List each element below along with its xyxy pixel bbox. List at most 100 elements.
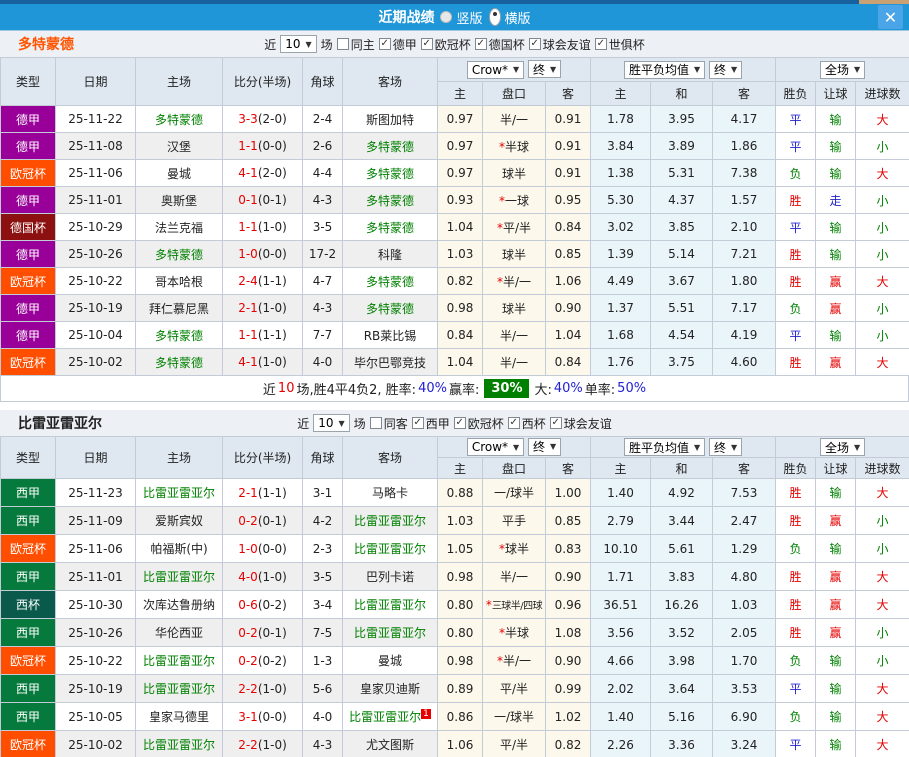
odds-home: 1.03 bbox=[437, 240, 483, 268]
home-team-name: 帕福斯(中) bbox=[150, 542, 208, 556]
odds-handicap: 半/一 bbox=[482, 321, 546, 349]
handicap-text: 一/球半 bbox=[493, 486, 535, 500]
checkbox-icon[interactable]: ✓ bbox=[411, 417, 424, 429]
record-summary: 近 10 场,胜4平4负2, 胜率: 40% 赢率: 30% 大: 40% 单率: 50% bbox=[0, 376, 909, 402]
match-score: 3-3(2-0) bbox=[222, 105, 303, 133]
home-team-name: 皇家马德里 bbox=[148, 710, 209, 724]
avg-away: 3.53 bbox=[712, 674, 777, 703]
handicap-text: 半/一 bbox=[499, 328, 529, 343]
recent-results-window: 近期战绩 竖版 横版 ✕ 多特蒙德近 10 ▼ 场同主 ✓ 德甲 ✓ 欧冠杯 ✓ 德国杯 ✓ 球会友谊… bbox=[0, 0, 909, 757]
filter-checkbox-欧冠杯[interactable]: ✓ 欧冠杯 bbox=[453, 415, 504, 432]
avg-type-select[interactable]: 胜平负均值 ▼ bbox=[623, 438, 706, 456]
match-row: 西甲 25-11-01 比雷亚雷亚尔 4-0(1-0) 3-5 巴列卡诺 0.98 半/一 0.… bbox=[0, 562, 909, 591]
scope-select[interactable]: 全场 ▼ bbox=[819, 438, 866, 456]
league-badge: 西甲 bbox=[0, 506, 56, 535]
avg-draw: 3.64 bbox=[650, 674, 714, 703]
fulltime-score: 1-0 bbox=[238, 247, 258, 261]
close-icon[interactable]: ✕ bbox=[878, 5, 903, 29]
halftime-score: (0-0) bbox=[257, 709, 287, 724]
checkbox-icon[interactable]: ✓ bbox=[420, 38, 433, 50]
avg-final-select[interactable]: 终 ▼ bbox=[708, 60, 743, 79]
checkbox-icon[interactable]: ✓ bbox=[453, 417, 466, 429]
checkbox-label: 欧冠杯 bbox=[467, 416, 504, 431]
result-handicap: 输 bbox=[815, 213, 857, 241]
away-team-name: 多特蒙德 bbox=[365, 193, 414, 208]
radio-icon[interactable] bbox=[440, 11, 453, 23]
home-team-name: 比雷亚雷亚尔 bbox=[142, 682, 215, 696]
filter-suffix-label: 场 bbox=[353, 416, 366, 431]
filter-checkbox-世俱杯[interactable]: ✓ 世俱杯 bbox=[594, 36, 645, 53]
odds-away: 0.91 bbox=[544, 132, 592, 160]
odds-final-select[interactable]: 终 ▼ bbox=[528, 60, 562, 79]
filter-checkbox-同主[interactable]: 同主 bbox=[336, 36, 375, 53]
odds-away: 0.99 bbox=[544, 674, 592, 703]
odds-home: 0.80 bbox=[437, 618, 483, 647]
checkbox-icon[interactable]: ✓ bbox=[528, 38, 541, 50]
avg-final-select[interactable]: 终 ▼ bbox=[708, 438, 743, 456]
radio-horizontal-layout[interactable]: 横版 bbox=[488, 8, 531, 27]
home-team: 多特蒙德 bbox=[135, 348, 223, 376]
checkbox-icon[interactable] bbox=[336, 38, 349, 50]
filter-checkbox-欧冠杯[interactable]: ✓ 欧冠杯 bbox=[420, 36, 471, 53]
home-team: 帕福斯(中) bbox=[135, 534, 223, 563]
match-score: 0-1(0-1) bbox=[222, 186, 303, 214]
away-team-name: 毕尔巴鄂竞技 bbox=[353, 355, 426, 370]
result-outcome: 平 bbox=[775, 674, 817, 703]
corner-score: 4-3 bbox=[302, 186, 343, 214]
filter-checkbox-西杯[interactable]: ✓ 西杯 bbox=[507, 415, 546, 432]
filter-checkbox-球会友谊[interactable]: ✓ 球会友谊 bbox=[528, 36, 591, 53]
section-filter-row: 多特蒙德近 10 ▼ 场同主 ✓ 德甲 ✓ 欧冠杯 ✓ 德国杯 ✓ 球会友谊 ✓ 世俱杯 bbox=[0, 31, 909, 57]
match-count-select[interactable]: 10 ▼ bbox=[280, 35, 317, 53]
avg-home: 1.68 bbox=[590, 321, 652, 349]
odds-company-select[interactable]: Crow* ▼ bbox=[466, 438, 525, 457]
radio-icon[interactable] bbox=[488, 8, 501, 26]
subheader-result: 胜负 bbox=[775, 457, 817, 479]
summary-segment: 场,胜4平4负2, 胜率: bbox=[296, 383, 417, 398]
checkbox-icon[interactable]: ✓ bbox=[507, 417, 520, 429]
away-team-name: 巴列卡诺 bbox=[365, 570, 414, 584]
away-team-name: 多特蒙德 bbox=[365, 139, 414, 154]
checkbox-icon[interactable]: ✓ bbox=[549, 417, 562, 429]
match-score: 1-1(1-1) bbox=[222, 321, 303, 349]
filter-checkbox-球会友谊[interactable]: ✓ 球会友谊 bbox=[549, 415, 612, 432]
handicap-text: 平手 bbox=[501, 514, 526, 528]
radio-vertical-layout[interactable]: 竖版 bbox=[440, 8, 483, 27]
result-handicap: 走 bbox=[815, 186, 857, 214]
odds-company-select[interactable]: Crow* ▼ bbox=[466, 60, 525, 79]
checkbox-icon[interactable]: ✓ bbox=[474, 38, 487, 50]
fulltime-score: 2-2 bbox=[238, 737, 258, 752]
fulltime-score: 0-6 bbox=[238, 597, 258, 612]
filter-checkbox-德甲[interactable]: ✓ 德甲 bbox=[378, 36, 417, 53]
filter-checkbox-西甲[interactable]: ✓ 西甲 bbox=[411, 415, 450, 432]
odds-final-select[interactable]: 终 ▼ bbox=[528, 437, 562, 456]
match-score: 1-1(1-0) bbox=[222, 213, 303, 241]
match-row: 西甲 25-10-19 比雷亚雷亚尔 2-2(1-0) 5-6 皇家贝迪斯 0.89 平/半 0… bbox=[0, 674, 909, 703]
match-row: 欧冠杯 25-10-02 多特蒙德 4-1(1-0) 4-0 毕尔巴鄂竞技 1.04 半/一 0… bbox=[0, 348, 909, 376]
scope-select[interactable]: 全场 ▼ bbox=[819, 60, 866, 79]
match-score: 1-0(0-0) bbox=[222, 240, 303, 268]
match-score: 2-1(1-0) bbox=[222, 294, 303, 322]
summary-segment: 单率: bbox=[584, 383, 616, 398]
filter-checkbox-德国杯[interactable]: ✓ 德国杯 bbox=[474, 36, 525, 53]
away-team: 多特蒙德 bbox=[342, 159, 438, 187]
checkbox-icon[interactable]: ✓ bbox=[378, 38, 391, 50]
avg-draw: 3.36 bbox=[650, 730, 714, 757]
titlebar: 近期战绩 竖版 横版 ✕ bbox=[0, 4, 909, 31]
odds-handicap: *三球半/四球 bbox=[482, 590, 546, 619]
odds-home: 0.89 bbox=[437, 674, 483, 703]
checkbox-icon[interactable]: ✓ bbox=[594, 38, 607, 50]
match-date: 25-10-05 bbox=[55, 702, 136, 731]
avg-type-select[interactable]: 胜平负均值 ▼ bbox=[623, 60, 706, 79]
result-handicap: 输 bbox=[815, 105, 857, 133]
summary-segment: 50% bbox=[617, 381, 647, 396]
match-count-select[interactable]: 10 ▼ bbox=[313, 414, 350, 432]
filter-checkbox-同客[interactable]: 同客 bbox=[369, 415, 408, 432]
avg-home: 36.51 bbox=[590, 590, 652, 619]
chevron-down-icon: ▼ bbox=[853, 65, 861, 74]
away-team-name: RB莱比锡 bbox=[363, 328, 417, 343]
odds-home: 1.03 bbox=[437, 506, 483, 535]
avg-draw: 5.51 bbox=[650, 294, 714, 322]
checkbox-label: 西甲 bbox=[425, 416, 450, 431]
avg-draw: 5.61 bbox=[650, 534, 714, 563]
checkbox-icon[interactable] bbox=[369, 417, 382, 429]
